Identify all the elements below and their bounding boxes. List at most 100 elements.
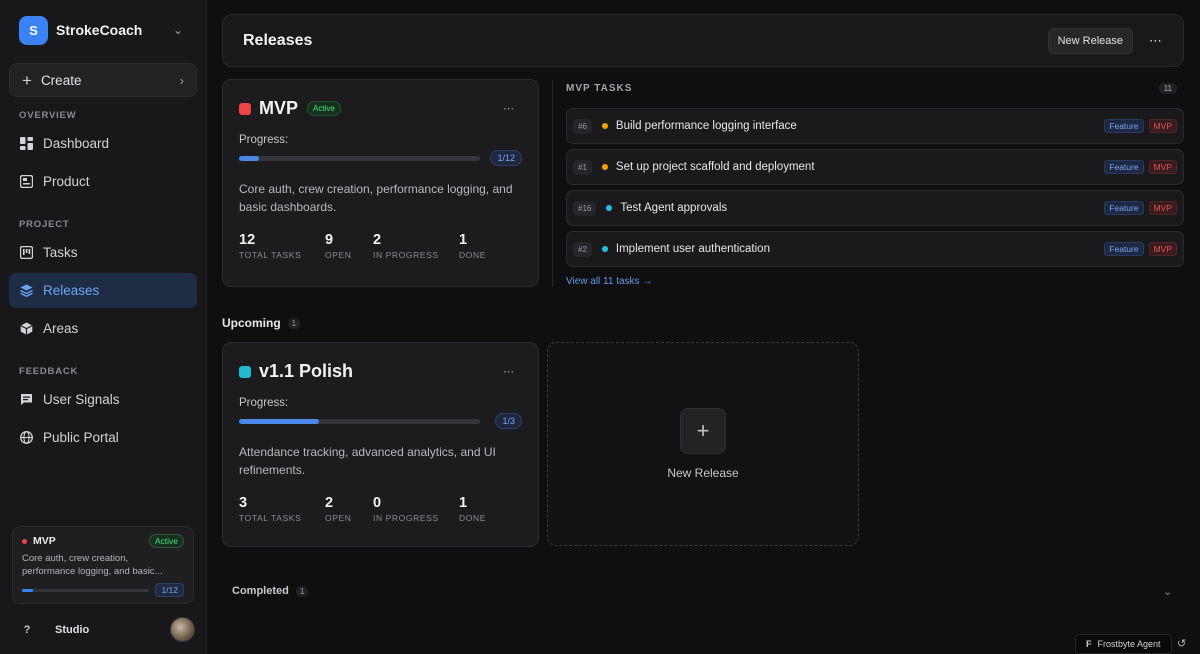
sidebar-item-releases[interactable]: Releases [9, 273, 197, 308]
agent-button[interactable]: F Frostbyte Agent [1075, 634, 1172, 654]
sidebar-item-dashboard[interactable]: Dashboard [9, 126, 197, 161]
release-card-v1-1[interactable]: v1.1 Polish ⋯ Progress: 1/3 Attendance t… [222, 342, 539, 547]
release-stats: 3 TOTAL TASKS 2 OPEN 0 IN PROGRESS 1 DONE [239, 495, 522, 523]
stat-total-tasks: 12 TOTAL TASKS [239, 232, 325, 260]
task-row[interactable]: #2 Implement user authentication Feature… [566, 231, 1184, 267]
stat-open: 2 OPEN [325, 495, 373, 523]
create-button[interactable]: + Create › [9, 63, 197, 97]
sidebar-item-areas[interactable]: Areas [9, 311, 197, 346]
task-row[interactable]: #6 Build performance logging interface F… [566, 108, 1184, 144]
sidebar-item-label: Public Portal [43, 430, 119, 445]
release-name: MVP [259, 98, 299, 118]
product-icon [19, 175, 33, 189]
progress-count: 1/12 [155, 583, 184, 597]
task-type-tag: Feature [1104, 160, 1144, 174]
chevron-down-icon: ⌄ [172, 23, 183, 37]
section-count: 1 [287, 317, 301, 329]
release-card-mvp[interactable]: MVP Active ⋯ Progress: 1/12 Core auth, c… [222, 79, 539, 287]
stat-label: IN PROGRESS [373, 513, 439, 523]
sidebar-item-label: User Signals [43, 392, 120, 407]
new-release-button[interactable]: New Release [1047, 27, 1133, 54]
help-button[interactable]: ? [17, 620, 37, 640]
mvp-tasks-heading: MVP TASKS [566, 83, 633, 94]
stat-label: OPEN [325, 250, 352, 260]
task-title: Set up project scaffold and deployment [615, 161, 815, 173]
stat-done: 1 DONE [459, 495, 499, 523]
agent-label: Frostbyte Agent [1097, 639, 1161, 649]
sidebar-item-label: Product [43, 174, 90, 189]
completed-section-toggle[interactable]: Completed 1 [232, 585, 309, 597]
progress-label: Progress: [239, 134, 289, 146]
task-title: Test Agent approvals [620, 202, 728, 214]
workspace-switcher[interactable]: S StrokeCoach ⌄ [19, 15, 189, 45]
task-release-tag: MVP [1148, 201, 1177, 215]
release-color-square [239, 365, 251, 378]
progress-bar [239, 155, 480, 161]
release-color-square [239, 102, 251, 115]
current-release-card[interactable]: MVP Active Core auth, crew creation, per… [12, 526, 194, 604]
progress-fill [22, 588, 33, 592]
stat-total-tasks: 3 TOTAL TASKS [239, 495, 325, 523]
task-status-dot [601, 164, 608, 170]
section-feedback: FEEDBACK [19, 366, 79, 377]
sidebar-item-tasks[interactable]: Tasks [9, 235, 197, 270]
task-id: #6 [573, 118, 592, 134]
progress-label: Progress: [239, 397, 289, 409]
task-row[interactable]: #16 Test Agent approvals Feature MVP [566, 190, 1184, 226]
sidebar-item-public-portal[interactable]: Public Portal [9, 420, 197, 455]
new-release-card[interactable]: + New Release [547, 342, 859, 546]
plus-icon: + [22, 70, 32, 90]
current-release-name: MVP [33, 535, 56, 547]
task-release-tag: MVP [1148, 160, 1177, 174]
globe-icon [19, 431, 33, 445]
sidebar-item-user-signals[interactable]: User Signals [9, 382, 197, 417]
progress-count: 1/3 [495, 413, 522, 429]
upcoming-section-title: Upcoming 1 [222, 316, 301, 330]
stat-label: IN PROGRESS [373, 250, 439, 260]
stat-value: 9 [325, 232, 334, 248]
progress-count: 1/12 [490, 150, 522, 166]
new-release-label: New Release [667, 466, 739, 480]
mvp-tasks-panel: MVP TASKS 11 #6 Build performance loggin… [552, 80, 1185, 287]
stat-value: 1 [459, 232, 468, 248]
studio-link[interactable]: Studio [55, 624, 89, 636]
sidebar-item-product[interactable]: Product [9, 164, 197, 199]
stat-value: 1 [459, 495, 468, 511]
task-title: Build performance logging interface [615, 120, 797, 132]
release-stats: 12 TOTAL TASKS 9 OPEN 2 IN PROGRESS 1 DONE [239, 232, 522, 260]
progress-bar [22, 588, 150, 592]
task-row[interactable]: #1 Set up project scaffold and deploymen… [566, 149, 1184, 185]
chevron-down-icon[interactable]: ⌄ [1163, 585, 1172, 598]
stat-label: DONE [459, 250, 486, 260]
release-description: Attendance tracking, advanced analytics,… [239, 445, 496, 477]
sidebar-item-label: Tasks [43, 245, 78, 260]
status-badge: Active [307, 101, 341, 116]
release-description: Core auth, crew creation, performance lo… [239, 182, 513, 214]
view-all-tasks-link[interactable]: View all 11 tasks → [566, 276, 652, 287]
stat-done: 1 DONE [459, 232, 499, 260]
more-options-icon[interactable]: ⋯ [1149, 33, 1163, 49]
task-type-tag: Feature [1104, 119, 1144, 133]
history-icon[interactable]: ↺ [1177, 637, 1186, 650]
sidebar-item-label: Releases [43, 283, 100, 298]
sidebar-item-label: Areas [43, 321, 79, 336]
agent-logo-icon: F [1086, 639, 1092, 649]
stat-value: 3 [239, 495, 248, 511]
mvp-tasks-count: 11 [1158, 83, 1177, 94]
release-color-dot [22, 538, 27, 544]
releases-icon [19, 284, 33, 298]
workspace-name: StrokeCoach [56, 22, 143, 38]
task-release-tag: MVP [1148, 242, 1177, 256]
more-options-icon[interactable]: ⋯ [503, 102, 514, 115]
avatar[interactable] [170, 617, 195, 642]
more-options-icon[interactable]: ⋯ [503, 365, 514, 378]
progress-fill [239, 418, 320, 424]
plus-icon: + [680, 408, 726, 454]
create-label: Create [40, 72, 82, 88]
sidebar: S StrokeCoach ⌄ + Create › OVERVIEW Dash… [0, 0, 207, 654]
task-status-dot [606, 205, 613, 211]
stat-value: 0 [373, 495, 382, 511]
section-title-label: Completed [232, 585, 289, 597]
sidebar-item-label: Dashboard [43, 136, 110, 151]
task-id: #16 [573, 200, 597, 216]
